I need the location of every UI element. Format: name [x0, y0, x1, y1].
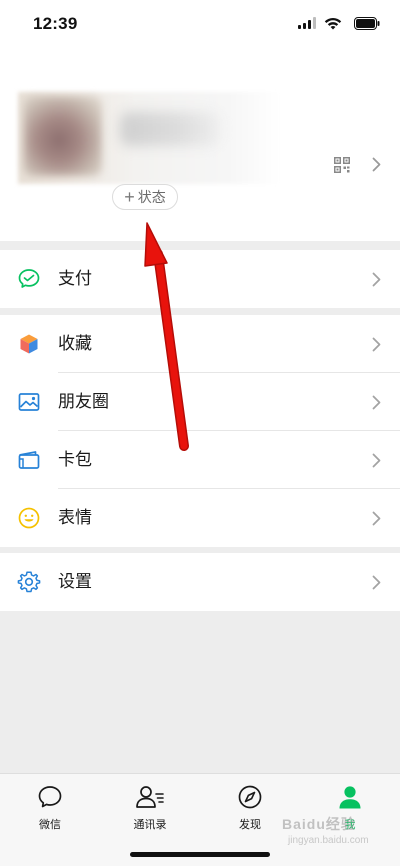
chevron-right-icon — [372, 395, 381, 410]
status-bar: 12:39 — [0, 0, 400, 48]
menu-item-label: 朋友圈 — [58, 392, 109, 411]
favorites-cube-icon — [20, 334, 38, 354]
status-time: 12:39 — [33, 14, 78, 33]
me-person-icon — [339, 786, 361, 809]
section-services: 收藏 朋友圈 卡包 表情 — [0, 315, 400, 547]
chat-bubble-icon — [38, 786, 62, 808]
watermark-sub: jingyan.baidu.com — [288, 835, 369, 846]
chevron-right-icon — [372, 272, 381, 287]
tab-label: 发现 — [239, 819, 261, 831]
sticker-smile-icon — [18, 507, 40, 529]
menu-item-pay[interactable]: 支付 — [0, 250, 400, 308]
nickname-blurred — [120, 112, 220, 146]
signal-icon — [298, 17, 316, 29]
chevron-right-icon — [372, 511, 381, 526]
watermark: Baidu经验 — [282, 816, 356, 832]
menu-item-label: 支付 — [58, 269, 92, 288]
settings-gear-icon — [17, 571, 41, 593]
card-wallet-icon — [18, 451, 40, 469]
tab-discover[interactable]: 发现 — [215, 784, 285, 834]
battery-icon — [354, 17, 380, 30]
plus-icon: + — [124, 187, 135, 207]
status-button-label: 状态 — [137, 189, 166, 205]
add-status-button[interactable]: + 状态 — [112, 184, 178, 210]
contacts-icon — [136, 786, 164, 808]
section-settings: 设置 — [0, 553, 400, 611]
section-pay: 支付 — [0, 250, 400, 308]
menu-item-stickers[interactable]: 表情 — [0, 489, 400, 547]
menu-item-card-wallet[interactable]: 卡包 — [0, 431, 400, 489]
menu-item-label: 表情 — [58, 508, 92, 527]
home-indicator[interactable] — [130, 852, 270, 857]
chevron-right-icon[interactable] — [372, 157, 381, 172]
moments-image-icon — [18, 393, 40, 411]
payment-icon — [18, 269, 40, 288]
menu-item-label: 设置 — [58, 572, 92, 591]
tab-label: 微信 — [39, 819, 61, 831]
profile-header: 12:39 + 状态 — [0, 0, 400, 241]
avatar[interactable] — [24, 96, 102, 176]
tab-label: 通讯录 — [133, 819, 167, 831]
chevron-right-icon — [372, 453, 381, 468]
menu-item-favorites[interactable]: 收藏 — [0, 315, 400, 373]
chevron-right-icon — [372, 575, 381, 590]
tab-chats[interactable]: 微信 — [15, 784, 85, 834]
discover-compass-icon — [238, 785, 262, 809]
menu-item-label: 卡包 — [58, 450, 92, 469]
menu-item-moments[interactable]: 朋友圈 — [0, 373, 400, 431]
tab-contacts[interactable]: 通讯录 — [115, 784, 185, 834]
chevron-right-icon — [372, 337, 381, 352]
qr-code-icon[interactable] — [334, 157, 350, 173]
wifi-icon — [324, 18, 342, 30]
menu-item-settings[interactable]: 设置 — [0, 553, 400, 611]
menu-item-label: 收藏 — [58, 334, 92, 353]
